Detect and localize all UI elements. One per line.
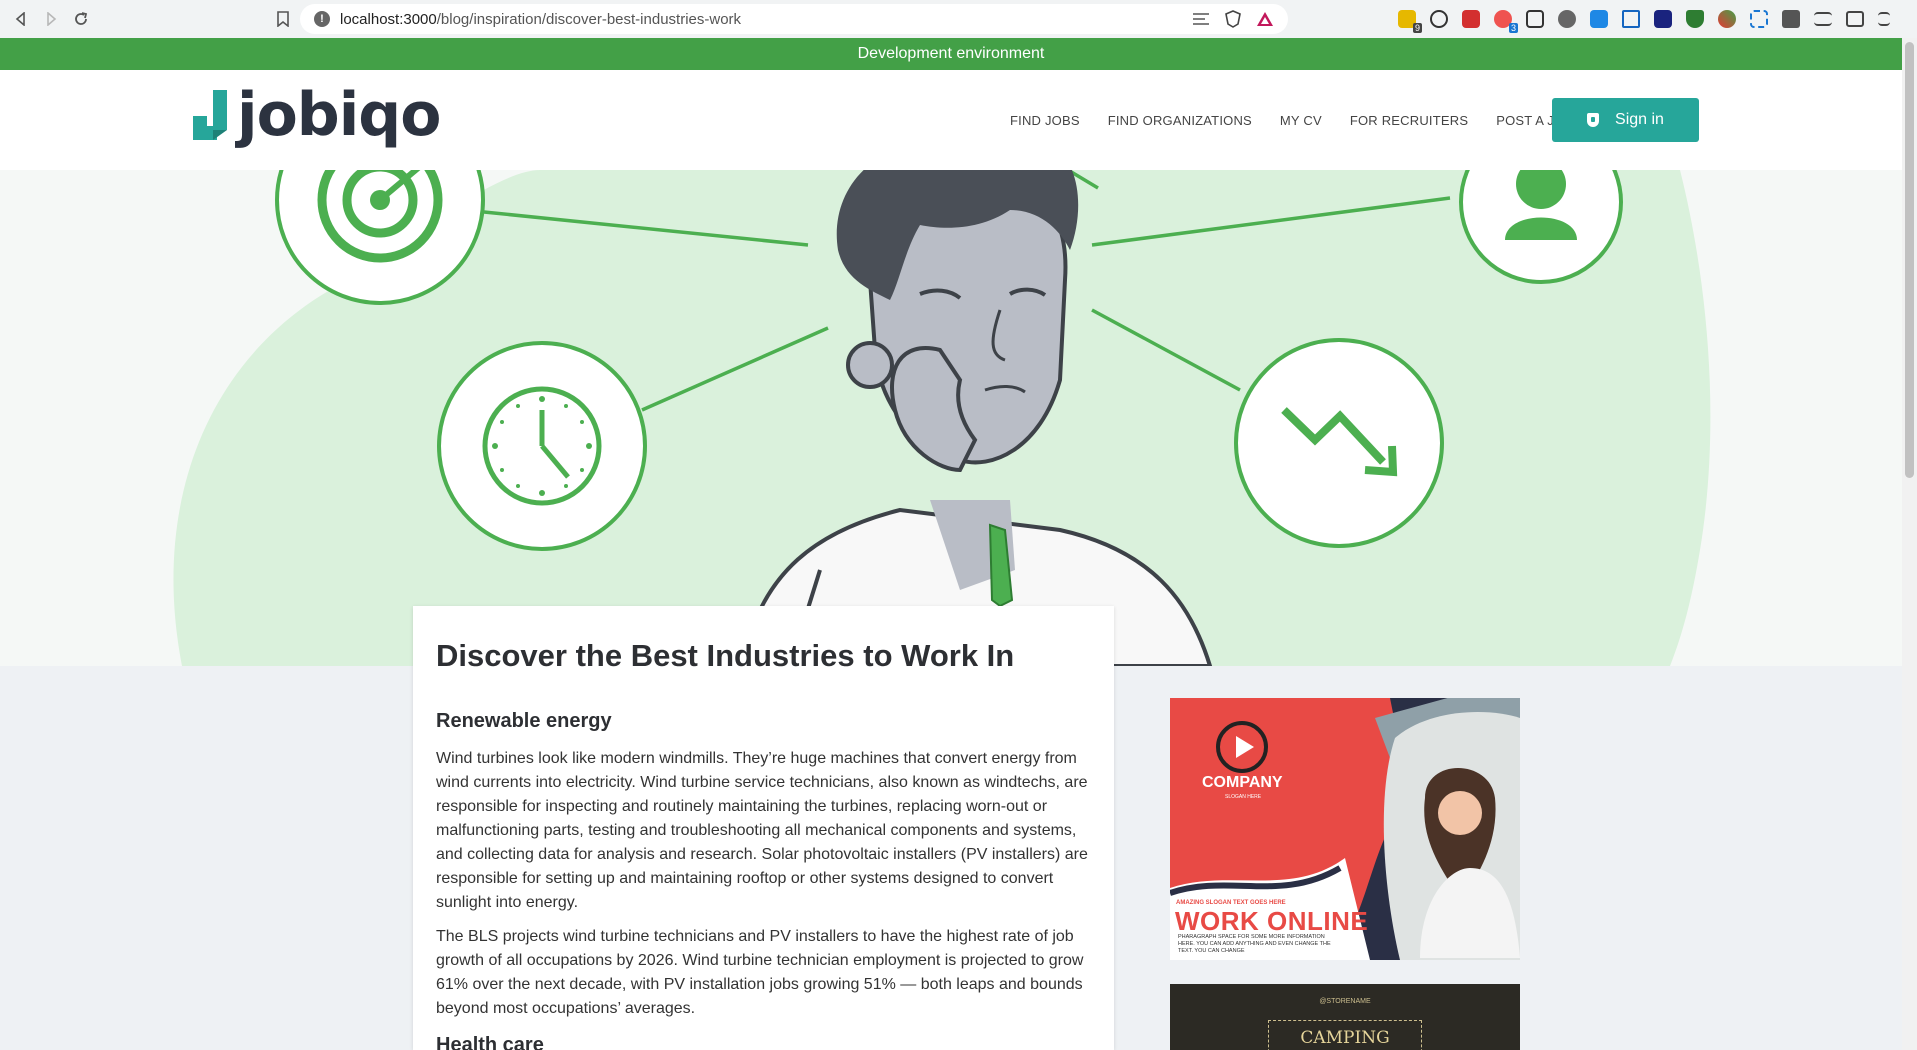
menu-icon[interactable]: [1878, 12, 1890, 26]
ad-banner-work-online[interactable]: COMPANY SLOGAN HERE AMAZING SLOGAN TEXT …: [1170, 698, 1520, 960]
nav-find-jobs[interactable]: FIND JOBS: [1010, 113, 1080, 128]
article-paragraph: Wind turbines look like modern windmills…: [436, 750, 1088, 911]
nav-for-recruiters[interactable]: FOR RECRUITERS: [1350, 113, 1468, 128]
browser-toolbar: ! localhost:3000/blog/inspiration/discov…: [0, 0, 1917, 39]
extension-icon[interactable]: [1718, 10, 1736, 28]
nav-find-organizations[interactable]: FIND ORGANIZATIONS: [1108, 113, 1252, 128]
extension-icon[interactable]: [1654, 10, 1672, 28]
ad2-store: @STORENAME: [1319, 998, 1371, 1005]
dev-environment-banner: Development environment: [0, 38, 1902, 70]
logo-mark-icon: [193, 86, 231, 144]
sign-in-button[interactable]: Sign in: [1552, 98, 1699, 142]
url-text: localhost:3000/blog/inspiration/discover…: [340, 10, 742, 28]
section-heading-health: Health care: [436, 1034, 544, 1050]
extension-icon[interactable]: [1750, 10, 1768, 28]
site-logo[interactable]: jobiqo: [193, 80, 441, 150]
reload-icon[interactable]: [66, 4, 96, 34]
puzzle-icon[interactable]: [1782, 10, 1800, 28]
extension-icon[interactable]: [1526, 10, 1544, 28]
article-title: Discover the Best Industries to Work In: [436, 638, 1015, 673]
back-icon[interactable]: [6, 4, 36, 34]
ad-banner-camping[interactable]: @STORENAME CAMPING: [1170, 984, 1520, 1050]
extension-icon[interactable]: [1686, 10, 1704, 28]
sign-in-label: Sign in: [1615, 111, 1664, 128]
ad-body: PHARAGRAPH SPACE FOR SOME MORE INFORMATI…: [1178, 934, 1331, 954]
nav-my-cv[interactable]: MY CV: [1280, 113, 1322, 128]
clock-icon: [437, 341, 647, 551]
ad-slogan: SLOGAN HERE: [1225, 794, 1262, 800]
playlist-icon[interactable]: [1814, 12, 1832, 26]
extensions-bar: 9 3: [1398, 0, 1890, 38]
shield-icon: [1587, 113, 1600, 127]
site-header: jobiqo FIND JOBS FIND ORGANIZATIONS MY C…: [0, 70, 1902, 170]
ad-headline: WORK ONLINE: [1175, 906, 1369, 936]
down-trend-icon: [1234, 338, 1444, 548]
extension-icon[interactable]: 3: [1494, 10, 1518, 33]
article-card: Discover the Best Industries to Work In …: [413, 606, 1114, 1050]
forward-icon[interactable]: [36, 4, 66, 34]
main-nav: FIND JOBS FIND ORGANIZATIONS MY CV FOR R…: [1010, 70, 1601, 170]
wallet-icon[interactable]: [1846, 11, 1864, 27]
extension-icon[interactable]: [1558, 10, 1576, 28]
brave-rewards-icon[interactable]: [1256, 10, 1274, 28]
hero-illustration: [0, 170, 1902, 666]
logo-text: jobiqo: [237, 80, 441, 150]
address-bar[interactable]: ! localhost:3000/blog/inspiration/discov…: [300, 4, 1288, 34]
ad-company: COMPANY: [1202, 774, 1283, 791]
scrollbar-thumb[interactable]: [1905, 42, 1914, 478]
extension-icon[interactable]: [1622, 10, 1640, 28]
section-heading-renewable: Renewable energy: [436, 710, 612, 732]
extension-icon[interactable]: [1462, 10, 1480, 28]
extension-icon[interactable]: [1430, 10, 1448, 28]
page-scrollbar[interactable]: [1902, 38, 1917, 1050]
ad2-headline: CAMPING: [1300, 1028, 1390, 1048]
translate-extension-icon[interactable]: [1590, 10, 1608, 28]
extension-icon[interactable]: 9: [1398, 10, 1422, 33]
bookmark-icon[interactable]: [268, 4, 298, 34]
brave-shield-icon[interactable]: [1224, 10, 1242, 28]
article-paragraph: The BLS projects wind turbine technician…: [436, 928, 1084, 1017]
site-info-icon[interactable]: !: [314, 11, 330, 27]
reader-mode-icon[interactable]: [1192, 10, 1210, 28]
